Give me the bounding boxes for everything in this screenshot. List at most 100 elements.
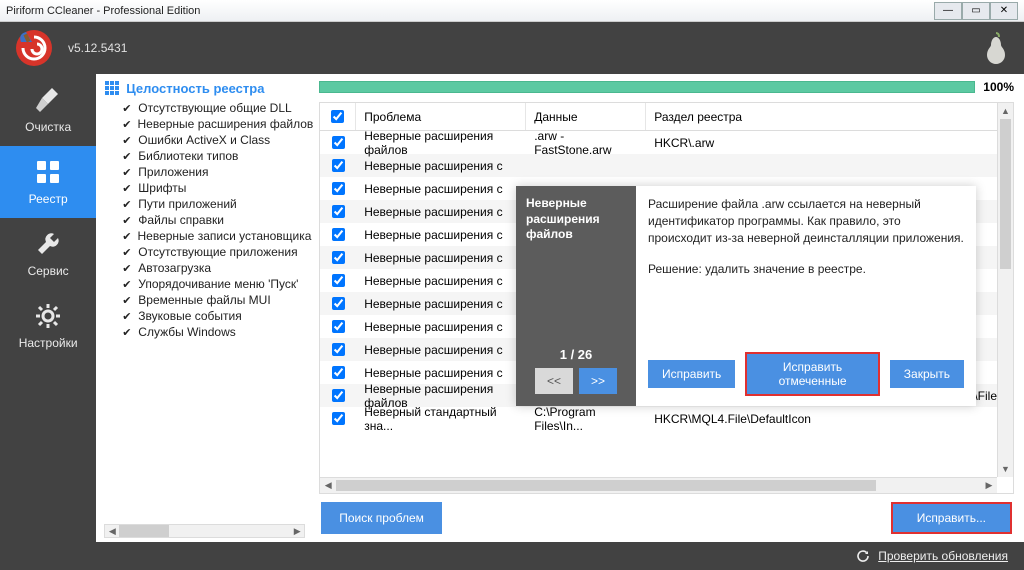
window-title: Piriform CCleaner - Professional Edition xyxy=(6,5,200,17)
titlebar: Piriform CCleaner - Professional Edition… xyxy=(0,0,1024,22)
gear-icon xyxy=(34,302,62,330)
check-updates-link[interactable]: Проверить обновления xyxy=(878,549,1008,563)
checks-horizontal-scrollbar[interactable]: ◀ ▶ xyxy=(104,524,305,538)
checkmark-icon: ✔ xyxy=(122,182,132,195)
maximize-button[interactable]: ▭ xyxy=(962,2,990,20)
col-checkbox[interactable] xyxy=(320,103,356,130)
popup-fix-marked-button[interactable]: Исправить отмеченные xyxy=(745,352,879,396)
cell-problem: Неверные расширения с xyxy=(356,315,526,338)
row-checkbox[interactable] xyxy=(332,136,345,149)
table-row[interactable]: Неверный стандартный зна...C:\Program Fi… xyxy=(320,407,1013,430)
scroll-left-icon[interactable]: ◀ xyxy=(320,478,336,493)
checkmark-icon: ✔ xyxy=(122,198,132,211)
row-checkbox[interactable] xyxy=(332,205,345,218)
popup-close-button[interactable]: Закрыть xyxy=(890,360,964,388)
checks-heading: Целостность реестра xyxy=(100,78,309,98)
grid-icon xyxy=(104,80,120,96)
grid-icon xyxy=(34,158,62,186)
checkmark-icon: ✔ xyxy=(122,246,132,259)
checkmark-icon: ✔ xyxy=(122,214,132,227)
check-item[interactable]: ✔Библиотеки типов xyxy=(100,148,309,164)
fix-button[interactable]: Исправить... xyxy=(891,502,1012,534)
table-row[interactable]: Неверные расширения с xyxy=(320,154,1013,177)
horizontal-scrollbar[interactable]: ◀ ▶ xyxy=(320,477,997,493)
row-checkbox[interactable] xyxy=(332,159,345,172)
check-item[interactable]: ✔Звуковые события xyxy=(100,308,309,324)
row-checkbox[interactable] xyxy=(332,228,345,241)
check-item[interactable]: ✔Службы Windows xyxy=(100,324,309,340)
row-checkbox[interactable] xyxy=(332,412,345,425)
close-button[interactable]: ✕ xyxy=(990,2,1018,20)
checkmark-icon: ✔ xyxy=(122,150,132,163)
popup-fix-button[interactable]: Исправить xyxy=(648,360,735,388)
popup-solution: Решение: удалить значение в реестре. xyxy=(648,262,964,276)
check-item[interactable]: ✔ Автозагрузка xyxy=(100,260,309,276)
row-checkbox[interactable] xyxy=(332,182,345,195)
scrollbar-thumb[interactable] xyxy=(336,480,876,491)
brand-icon xyxy=(982,31,1010,65)
row-checkbox[interactable] xyxy=(332,274,345,287)
table-row[interactable]: Неверные расширения файлов.arw - FastSto… xyxy=(320,131,1013,154)
checkmark-icon: ✔ xyxy=(122,262,132,275)
cell-problem: Неверные расширения с xyxy=(356,292,526,315)
check-item-label: Неверные записи установщика xyxy=(138,229,312,243)
row-checkbox[interactable] xyxy=(332,251,345,264)
row-checkbox[interactable] xyxy=(332,343,345,356)
sidebar-item-options[interactable]: Настройки xyxy=(0,290,96,362)
scrollbar-thumb[interactable] xyxy=(1000,119,1011,269)
search-problems-button[interactable]: Поиск проблем xyxy=(321,502,442,534)
cell-section: HKCR\.arw xyxy=(646,131,1013,154)
check-item-label: Автозагрузка xyxy=(138,261,211,275)
row-checkbox[interactable] xyxy=(332,320,345,333)
col-problem[interactable]: Проблема xyxy=(356,103,526,130)
select-all-checkbox[interactable] xyxy=(331,110,344,123)
check-item-label: Неверные расширения файлов xyxy=(138,117,314,131)
app-logo-icon xyxy=(14,28,54,68)
sidebar-item-registry[interactable]: Реестр xyxy=(0,146,96,218)
popup-content: Расширение файла .arw ссылается на невер… xyxy=(636,186,976,406)
check-item[interactable]: ✔Приложения xyxy=(100,164,309,180)
row-checkbox[interactable] xyxy=(332,366,345,379)
cell-section: HKCR\MQL4.File\DefaultIcon xyxy=(646,407,1013,430)
popup-title: Неверные расширения файлов xyxy=(526,196,626,243)
check-item[interactable]: ✔Пути приложений xyxy=(100,196,309,212)
app-header: v5.12.5431 xyxy=(0,22,1024,74)
popup-prev-button[interactable]: << xyxy=(535,368,573,394)
scroll-right-icon[interactable]: ▶ xyxy=(981,478,997,493)
scrollbar-thumb[interactable] xyxy=(119,525,169,537)
wrench-icon xyxy=(34,230,62,258)
check-item[interactable]: ✔Файлы справки xyxy=(100,212,309,228)
popup-next-button[interactable]: >> xyxy=(579,368,617,394)
check-item[interactable]: ✔Неверные записи установщика xyxy=(100,228,309,244)
check-item[interactable]: ✔Неверные расширения файлов xyxy=(100,116,309,132)
scroll-up-icon[interactable]: ▲ xyxy=(998,103,1013,119)
check-item[interactable]: ✔Шрифты xyxy=(100,180,309,196)
row-checkbox[interactable] xyxy=(332,297,345,310)
check-item[interactable]: ✔Отсутствующие приложения xyxy=(100,244,309,260)
popup-description: Расширение файла .arw ссылается на невер… xyxy=(648,196,964,246)
scroll-right-icon[interactable]: ▶ xyxy=(290,525,304,537)
sidebar-item-cleaner[interactable]: Очистка xyxy=(0,74,96,146)
sidebar: Очистка Реестр Сервис Настройки xyxy=(0,74,96,542)
scroll-left-icon[interactable]: ◀ xyxy=(105,525,119,537)
check-item[interactable]: ✔Ошибки ActiveX и Class xyxy=(100,132,309,148)
check-item[interactable]: ✔Временные файлы MUI xyxy=(100,292,309,308)
check-item[interactable]: ✔Упорядочивание меню 'Пуск' xyxy=(100,276,309,292)
minimize-button[interactable]: — xyxy=(934,2,962,20)
sidebar-item-tools[interactable]: Сервис xyxy=(0,218,96,290)
col-data[interactable]: Данные xyxy=(526,103,646,130)
row-checkbox[interactable] xyxy=(332,389,345,402)
checkmark-icon: ✔ xyxy=(122,278,132,291)
vertical-scrollbar[interactable]: ▲ ▼ xyxy=(997,103,1013,477)
grid-header: Проблема Данные Раздел реестра xyxy=(320,103,1013,131)
popup-counter: 1 / 26 xyxy=(526,347,626,368)
popup-sidebar: Неверные расширения файлов 1 / 26 << >> xyxy=(516,186,636,406)
broom-icon xyxy=(34,86,62,114)
check-item[interactable]: ✔Отсутствующие общие DLL xyxy=(100,100,309,116)
cell-problem: Неверный стандартный зна... xyxy=(356,407,526,430)
col-section[interactable]: Раздел реестра xyxy=(646,103,1013,130)
scroll-down-icon[interactable]: ▼ xyxy=(998,461,1013,477)
window-controls: — ▭ ✕ xyxy=(934,2,1018,20)
checkmark-icon: ✔ xyxy=(122,294,132,307)
cell-problem: Неверные расширения с xyxy=(356,200,526,223)
